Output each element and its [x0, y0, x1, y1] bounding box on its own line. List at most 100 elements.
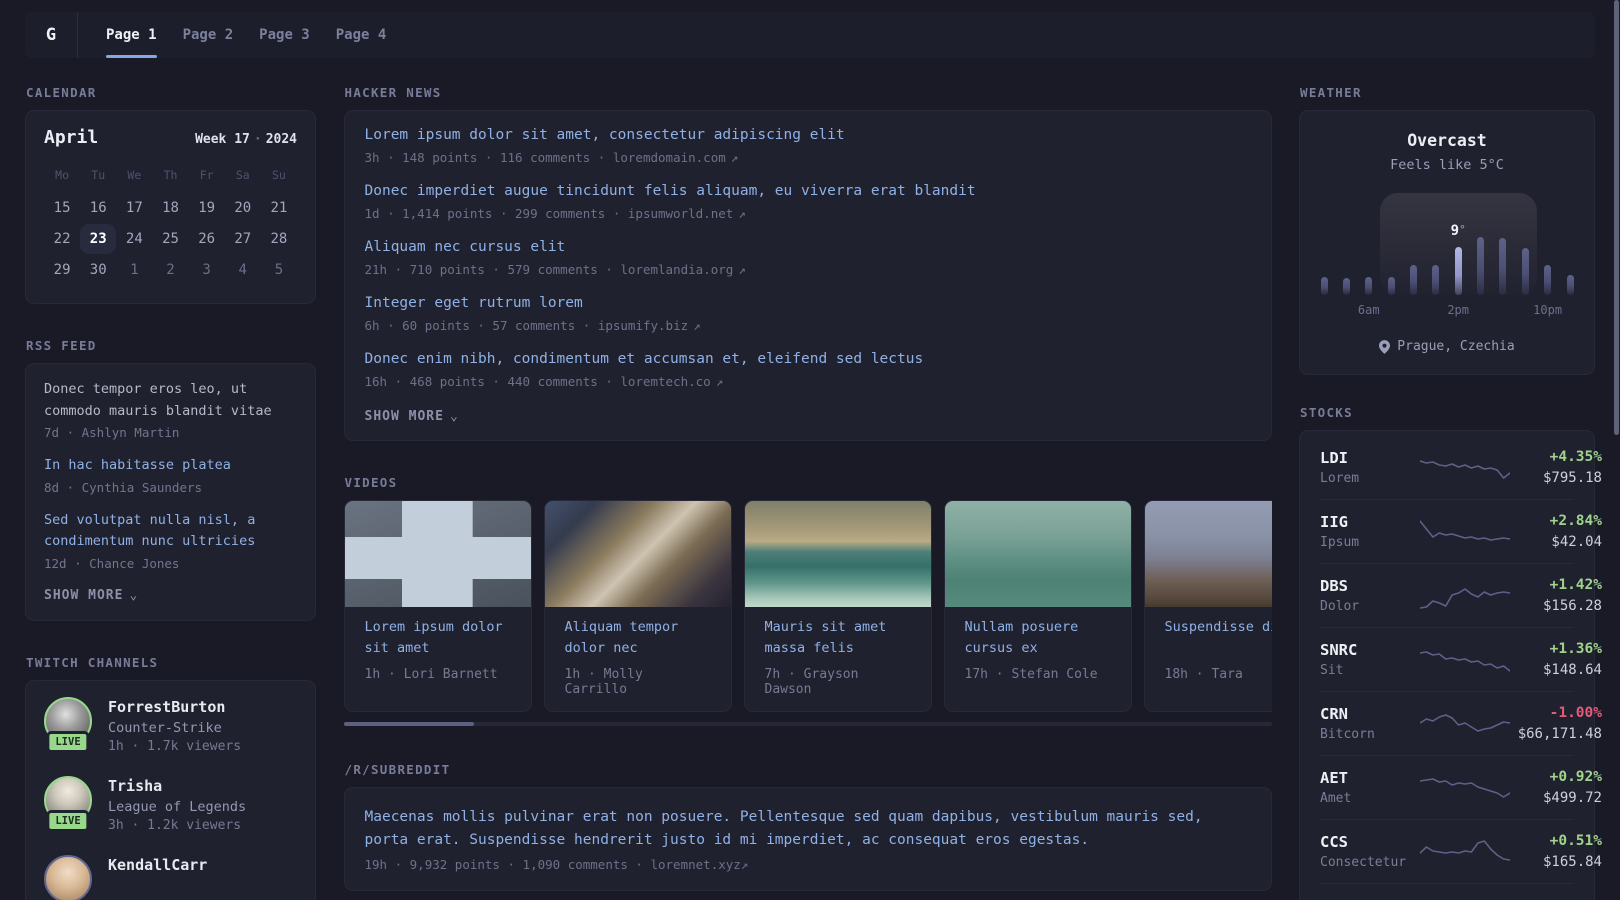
- stock-row[interactable]: IIG Ipsum +2.84% $42.04: [1320, 499, 1602, 563]
- hn-show-more-button[interactable]: SHOW MORE ⌄: [365, 409, 1251, 424]
- separator-dot: ·: [253, 132, 262, 147]
- subreddit-meta-text: 19h · 9,932 points · 1,090 comments ·: [364, 857, 643, 872]
- tab-page-4[interactable]: Page 4: [324, 12, 399, 58]
- stock-change: +0.51%: [1549, 833, 1602, 849]
- tab-page-3[interactable]: Page 3: [247, 12, 322, 58]
- rss-item-meta: 12d · Chance Jones: [44, 555, 180, 571]
- hn-meta-text: 6h · 60 points · 57 comments ·: [364, 318, 591, 333]
- tab-label: Page 3: [259, 27, 310, 43]
- weather-chart: 9°: [1320, 193, 1574, 295]
- calendar-day: 4: [238, 262, 247, 278]
- subreddit-post-title[interactable]: Maecenas mollis pulvinar erat non posuer…: [365, 806, 1251, 852]
- calendar-day: 19: [198, 200, 216, 216]
- app-logo[interactable]: G: [25, 12, 78, 58]
- middle-column: HACKER NEWS Lorem ipsum dolor sit amet, …: [343, 85, 1272, 891]
- video-title[interactable]: Mauris sit amet massa felis: [745, 607, 931, 659]
- videos-scrollbar-track[interactable]: [343, 722, 1272, 726]
- stock-row[interactable]: AHS +0.46%: [1320, 883, 1574, 900]
- stock-row[interactable]: SNRC Sit +1.36% $148.64: [1320, 627, 1602, 691]
- stock-price: $795.18: [1542, 470, 1602, 486]
- external-link-icon: ↗: [740, 857, 749, 872]
- hn-item-title[interactable]: Donec enim nibh, condimentum et accumsan…: [365, 349, 1251, 370]
- calendar-day: 28: [270, 231, 288, 247]
- weather-current-temp: 9°: [1451, 223, 1466, 239]
- hn-item-title[interactable]: Lorem ipsum dolor sit amet, consectetur …: [365, 125, 1251, 146]
- video-title[interactable]: Suspendisse diam: [1145, 607, 1272, 659]
- stock-row[interactable]: DBS Dolor +1.42% $156.28: [1320, 563, 1602, 627]
- video-thumbnail[interactable]: [344, 501, 531, 607]
- tab-label: Page 2: [182, 27, 234, 43]
- stock-sparkline: [1420, 772, 1510, 804]
- page-scrollbar-thumb[interactable]: [1614, 0, 1619, 435]
- calendar-day: 18: [162, 200, 179, 216]
- video-card[interactable]: Mauris sit amet massa felis 7h · Grayson…: [743, 500, 932, 712]
- hn-item-title[interactable]: Integer eget rutrum lorem: [365, 293, 1251, 314]
- tab-label: Page 1: [106, 27, 157, 43]
- hn-item-title[interactable]: Aliquam nec cursus elit: [365, 237, 1251, 258]
- calendar-day: 3: [202, 262, 211, 278]
- rss-item[interactable]: Donec tempor eros leo, ut commodo mauris…: [44, 379, 297, 440]
- twitch-channel-row[interactable]: KendallCarr: [44, 854, 297, 900]
- weather-section-label: WEATHER: [1300, 85, 1362, 100]
- video-card[interactable]: Lorem ipsum dolor sit amet consectetu… 1…: [343, 500, 532, 712]
- stock-row[interactable]: CCS Consectetur +0.51% $165.84: [1320, 819, 1602, 883]
- rss-item[interactable]: Sed volutpat nulla nisl, a condimentum n…: [44, 510, 297, 571]
- left-column: CALENDAR April Week 17 · 2024 Mo Tu We Th …: [25, 85, 316, 900]
- tab-page-2[interactable]: Page 2: [171, 12, 246, 58]
- weather-hour-label: 2pm: [1447, 303, 1470, 317]
- hn-item-domain[interactable]: ipsumify.biz: [598, 318, 688, 333]
- hn-item-domain[interactable]: loremdomain.com: [613, 150, 726, 165]
- rss-show-more-button[interactable]: SHOW MORE ⌄: [44, 588, 297, 603]
- twitch-channel-name[interactable]: Trisha: [108, 776, 246, 796]
- stock-price: $66,171.48: [1517, 726, 1602, 742]
- video-card[interactable]: Aliquam tempor dolor nec pharetra… 1h · …: [543, 500, 732, 712]
- rss-item-title[interactable]: In hac habitasse platea: [44, 455, 297, 477]
- external-link-icon: ↗: [730, 150, 739, 165]
- hn-item-title[interactable]: Donec imperdiet augue tincidunt felis al…: [365, 181, 1251, 202]
- twitch-channel-name[interactable]: KendallCarr: [108, 855, 207, 875]
- stock-row[interactable]: CRN Bitcorn -1.00% $66,171.48: [1320, 691, 1602, 755]
- videos-section-label: VIDEOS: [344, 475, 398, 490]
- hn-meta-text: 21h · 710 points · 579 comments ·: [364, 262, 613, 277]
- twitch-channel-row[interactable]: LIVE Trisha League of Legends 3h · 1.2k …: [44, 775, 297, 833]
- video-thumbnail[interactable]: [1144, 501, 1272, 607]
- video-thumbnail[interactable]: [744, 501, 931, 607]
- video-thumbnail[interactable]: [944, 501, 1131, 607]
- twitch-channel-category[interactable]: League of Legends: [108, 799, 246, 815]
- stock-change: -1.00%: [1549, 705, 1602, 721]
- weather-location: Prague, Czechia: [1320, 339, 1574, 354]
- stock-row[interactable]: AET Amet +0.92% $499.72: [1320, 755, 1602, 819]
- video-title[interactable]: Nullam posuere cursus ex: [945, 607, 1131, 659]
- stock-row[interactable]: LDI Lorem +4.35% $795.18: [1320, 436, 1602, 499]
- twitch-channel-name[interactable]: ForrestBurton: [108, 697, 241, 717]
- twitch-channel-row[interactable]: LIVE ForrestBurton Counter-Strike 1h · 1…: [44, 696, 297, 754]
- stocks-section-label: STOCKS: [1300, 405, 1353, 420]
- rss-item-title[interactable]: Sed volutpat nulla nisl, a condimentum n…: [44, 510, 297, 553]
- stock-symbol: IIG: [1320, 513, 1348, 531]
- video-title[interactable]: Lorem ipsum dolor sit amet consectetu…: [345, 607, 531, 659]
- video-card[interactable]: Suspendisse diam 18h · Tara: [1143, 500, 1272, 712]
- hn-item-domain[interactable]: loremlandia.org: [620, 262, 733, 277]
- subreddit-post-domain[interactable]: loremnet.xyz: [650, 857, 740, 872]
- hn-item-meta: 6h · 60 points · 57 comments · ipsumify.…: [365, 318, 1251, 333]
- hackernews-widget: Lorem ipsum dolor sit amet, consectetur …: [343, 110, 1272, 441]
- twitch-channel-category[interactable]: Counter-Strike: [108, 720, 241, 736]
- hn-item-domain[interactable]: loremtech.co: [620, 374, 710, 389]
- hn-meta-text: 1d · 1,414 points · 299 comments ·: [364, 206, 621, 221]
- videos-scrollbar-thumb[interactable]: [343, 722, 474, 726]
- hn-item-domain[interactable]: ipsumworld.net: [628, 206, 733, 221]
- stock-symbol: CRN: [1320, 705, 1348, 723]
- calendar-grid: Mo Tu We Th Fr Sa Su 15 16 17 18 19 20 2…: [44, 168, 297, 285]
- rss-item[interactable]: In hac habitasse platea 8d · Cynthia Sau…: [44, 455, 297, 495]
- weather-bar: [1477, 237, 1485, 295]
- video-title[interactable]: Aliquam tempor dolor nec pharetra…: [545, 607, 731, 659]
- stock-change: +4.35%: [1549, 449, 1602, 465]
- weekday-header: Tu: [91, 168, 106, 182]
- video-card[interactable]: Nullam posuere cursus ex 17h · Stefan Co…: [943, 500, 1132, 712]
- video-thumbnail[interactable]: [544, 501, 731, 607]
- twitch-widget: LIVE ForrestBurton Counter-Strike 1h · 1…: [25, 679, 316, 900]
- tab-page-1[interactable]: Page 1: [94, 12, 169, 58]
- avatar-wrap: LIVE: [44, 775, 92, 832]
- rss-item-title[interactable]: Donec tempor eros leo, ut commodo mauris…: [44, 379, 297, 422]
- rss-section-label: RSS FEED: [26, 338, 97, 353]
